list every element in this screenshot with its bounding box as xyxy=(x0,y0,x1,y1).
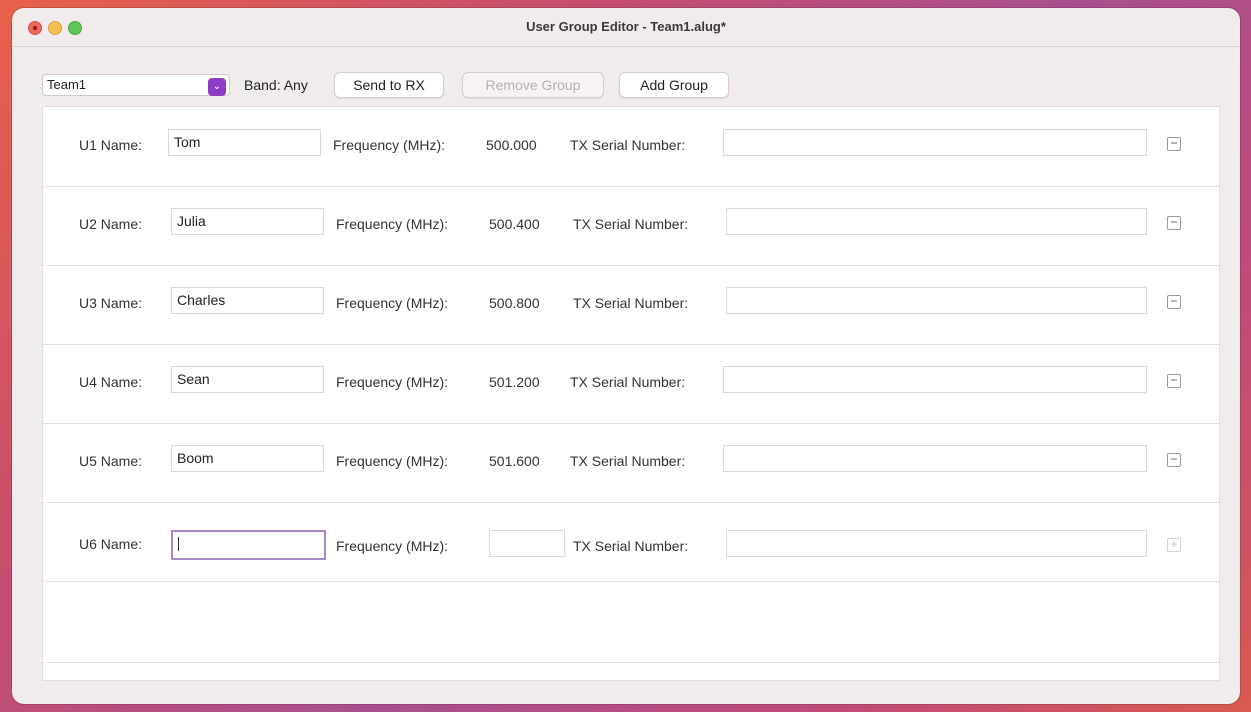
tx-serial-field[interactable] xyxy=(726,287,1147,314)
user-label: U4 Name: xyxy=(79,374,143,390)
user-row-6: U6 Name: Frequency (MHz): TX Serial Numb… xyxy=(43,502,1219,582)
user-row-4: U4 Name: Sean Frequency (MHz): 501.200 T… xyxy=(43,344,1219,424)
tx-serial-label: TX Serial Number: xyxy=(573,216,689,232)
frequency-value: 500.400 xyxy=(489,216,540,232)
frequency-label: Frequency (MHz): xyxy=(336,216,449,232)
frequency-value: 500.000 xyxy=(486,137,537,153)
add-group-button[interactable]: Add Group xyxy=(619,72,729,98)
frequency-label: Frequency (MHz): xyxy=(333,137,446,153)
remove-group-button[interactable]: Remove Group xyxy=(462,72,604,98)
tx-serial-field[interactable] xyxy=(723,129,1147,156)
frequency-value: 501.200 xyxy=(489,374,540,390)
tx-serial-label: TX Serial Number: xyxy=(573,295,689,311)
frequency-value: 501.600 xyxy=(489,453,540,469)
tx-serial-label: TX Serial Number: xyxy=(573,538,689,554)
window-title: User Group Editor - Team1.alug* xyxy=(526,19,726,34)
frequency-label: Frequency (MHz): xyxy=(336,374,449,390)
minus-icon[interactable]: − xyxy=(1167,295,1181,309)
title-bar: User Group Editor - Team1.alug* xyxy=(12,8,1240,47)
user-row-2: U2 Name: Julia Frequency (MHz): 500.400 … xyxy=(43,186,1219,266)
frequency-label: Frequency (MHz): xyxy=(336,538,449,554)
tx-serial-label: TX Serial Number: xyxy=(570,137,686,153)
plus-icon[interactable]: + xyxy=(1167,538,1181,552)
frequency-label: Frequency (MHz): xyxy=(336,295,449,311)
user-list-panel: U1 Name: Tom Frequency (MHz): 500.000 TX… xyxy=(42,106,1220,681)
user-name-field[interactable]: Julia xyxy=(171,208,324,235)
user-name-field[interactable]: Sean xyxy=(171,366,324,393)
tx-serial-label: TX Serial Number: xyxy=(570,374,686,390)
minus-icon[interactable]: − xyxy=(1167,453,1181,467)
user-name-field[interactable] xyxy=(171,530,326,560)
group-select[interactable]: Team1 xyxy=(42,74,230,96)
user-row-5: U5 Name: Boom Frequency (MHz): 501.600 T… xyxy=(43,423,1219,503)
user-name-field[interactable]: Tom xyxy=(168,129,321,156)
user-label: U3 Name: xyxy=(79,295,143,311)
list-divider xyxy=(43,662,1219,663)
user-name-field[interactable]: Boom xyxy=(171,445,324,472)
frequency-field[interactable] xyxy=(489,530,565,557)
minus-icon[interactable]: − xyxy=(1167,374,1181,388)
user-label: U6 Name: xyxy=(79,536,143,552)
frequency-value: 500.800 xyxy=(489,295,540,311)
tx-serial-label: TX Serial Number: xyxy=(570,453,686,469)
tx-serial-field[interactable] xyxy=(723,366,1147,393)
user-label: U5 Name: xyxy=(79,453,143,469)
tx-serial-field[interactable] xyxy=(723,445,1147,472)
chevron-down-icon[interactable]: ⌄ xyxy=(208,78,226,96)
minus-icon[interactable]: − xyxy=(1167,216,1181,230)
user-label: U1 Name: xyxy=(79,137,143,153)
user-group-editor-window: User Group Editor - Team1.alug* Team1 ⌄ … xyxy=(12,8,1240,704)
send-to-rx-button[interactable]: Send to RX xyxy=(334,72,444,98)
user-row-3: U3 Name: Charles Frequency (MHz): 500.80… xyxy=(43,265,1219,345)
user-label: U2 Name: xyxy=(79,216,143,232)
frequency-label: Frequency (MHz): xyxy=(336,453,449,469)
user-name-field[interactable]: Charles xyxy=(171,287,324,314)
tx-serial-field[interactable] xyxy=(726,208,1147,235)
band-label: Band: Any xyxy=(244,77,308,93)
tx-serial-field[interactable] xyxy=(726,530,1147,557)
user-row-1: U1 Name: Tom Frequency (MHz): 500.000 TX… xyxy=(43,107,1219,187)
minus-icon[interactable]: − xyxy=(1167,137,1181,151)
